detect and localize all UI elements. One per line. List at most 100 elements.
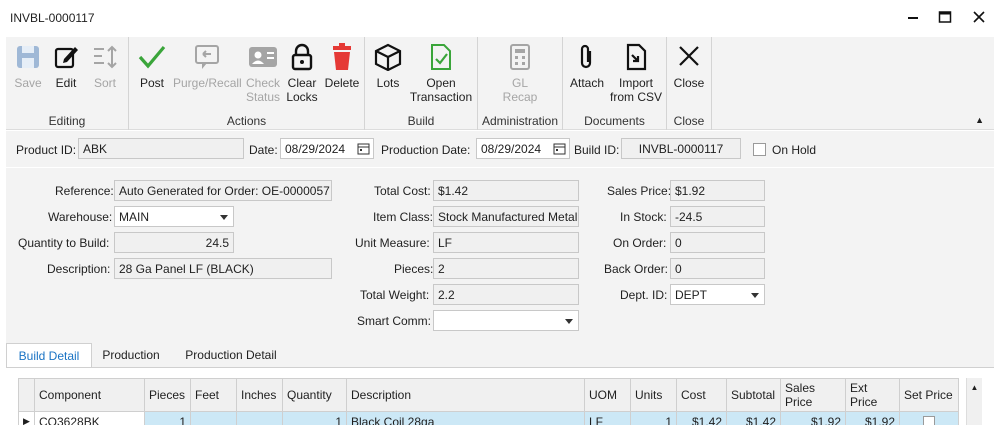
scroll-up-icon[interactable]: ▲: [967, 378, 982, 392]
clear-locks-button[interactable]: Clear Locks: [285, 43, 319, 104]
cell-cost[interactable]: $1.42: [676, 411, 727, 425]
row-indicator-icon[interactable]: ▶: [18, 411, 35, 425]
qty-field[interactable]: 24.5: [114, 232, 234, 253]
tab-production-detail[interactable]: Production Detail: [176, 343, 286, 367]
column-header[interactable]: Description: [346, 378, 585, 412]
total-cost-field[interactable]: $1.42: [433, 180, 579, 201]
back-order-field[interactable]: 0: [670, 258, 765, 279]
cell-set-price[interactable]: [899, 411, 959, 425]
lock-icon: [291, 43, 313, 71]
cell-quantity[interactable]: 1: [282, 411, 347, 425]
pieces-field[interactable]: 2: [433, 258, 579, 279]
calendar-icon[interactable]: [357, 142, 370, 155]
set-price-checkbox[interactable]: [923, 416, 935, 425]
check-status-button[interactable]: Check Status: [245, 43, 281, 104]
column-header[interactable]: Component: [34, 378, 145, 412]
collapse-ribbon-icon[interactable]: ▲: [975, 115, 984, 125]
gl-recap-button[interactable]: GL Recap: [502, 43, 538, 104]
cell-subtotal[interactable]: $1.42: [726, 411, 781, 425]
sort-button[interactable]: Sort: [89, 43, 121, 90]
cell-pieces[interactable]: 1: [144, 411, 191, 425]
in-stock-value: -24.5: [675, 210, 703, 224]
tab-build-detail[interactable]: Build Detail: [6, 343, 92, 367]
post-button[interactable]: Post: [135, 43, 169, 90]
delete-label: Delete: [324, 76, 360, 90]
date-field[interactable]: 08/29/2024: [280, 138, 374, 159]
group-label-actions: Actions: [226, 114, 267, 128]
build-id-field[interactable]: INVBL-0000117: [621, 138, 741, 159]
purge-recall-label: Purge/Recall: [173, 76, 242, 90]
column-header[interactable]: Feet: [190, 378, 237, 412]
column-header[interactable]: Sales Price: [780, 378, 846, 412]
sales-price-field[interactable]: $1.92: [670, 180, 765, 201]
pieces-value: 2: [438, 262, 445, 276]
dept-id-select[interactable]: DEPT: [670, 284, 765, 305]
table-row[interactable]: ▶ CO3628BK 1 1 Black Coil 28ga LF 1 $1.4…: [18, 411, 959, 425]
column-header[interactable]: Cost: [676, 378, 727, 412]
purge-recall-icon: [195, 45, 219, 69]
maximize-icon[interactable]: [937, 9, 953, 25]
close-icon: [679, 46, 699, 66]
product-id-field[interactable]: ABK: [78, 138, 244, 159]
chevron-down-icon: [751, 293, 759, 298]
column-header[interactable]: Pieces: [144, 378, 191, 412]
cell-description[interactable]: Black Coil 28ga: [346, 411, 585, 425]
production-date-field[interactable]: 08/29/2024: [476, 138, 570, 159]
sales-price-value: $1.92: [675, 184, 706, 198]
reference-field[interactable]: Auto Generated for Order: OE-0000057: [114, 180, 332, 201]
column-header[interactable]: Set Price: [899, 378, 959, 412]
sort-icon: [94, 45, 117, 69]
cell-inches[interactable]: [236, 411, 283, 425]
cell-units[interactable]: 1: [630, 411, 677, 425]
minimize-icon[interactable]: [905, 9, 921, 25]
cell-uom[interactable]: LF: [584, 411, 631, 425]
lots-button[interactable]: Lots: [371, 43, 405, 90]
unit-measure-field[interactable]: LF: [433, 232, 579, 253]
unit-measure-value: LF: [438, 236, 453, 250]
import-csv-button[interactable]: Import from CSV: [609, 43, 663, 104]
warehouse-select[interactable]: MAIN: [114, 206, 234, 227]
edit-label: Edit: [55, 76, 77, 90]
total-weight-field[interactable]: 2.2: [433, 284, 579, 305]
column-header[interactable]: Quantity: [282, 378, 347, 412]
calendar-icon[interactable]: [553, 142, 566, 155]
column-header[interactable]: Units: [630, 378, 677, 412]
cell-component[interactable]: CO3628BK: [34, 411, 145, 425]
import-csv-label-1: Import: [618, 76, 653, 90]
close-window-icon[interactable]: [971, 9, 987, 25]
on-order-label: On Order:: [613, 236, 667, 250]
edit-button[interactable]: Edit: [50, 43, 82, 90]
group-administration: GL Recap Administration: [478, 37, 563, 130]
clear-locks-label-2: Locks: [286, 90, 318, 104]
item-class-label: Item Class:: [373, 210, 434, 224]
save-icon: [17, 46, 39, 68]
purge-recall-button[interactable]: Purge/Recall: [173, 43, 242, 90]
on-order-field[interactable]: 0: [670, 232, 765, 253]
open-transaction-label-2: Transaction: [409, 90, 473, 104]
attach-button[interactable]: Attach: [567, 43, 607, 90]
cell-sales-price[interactable]: $1.92: [780, 411, 846, 425]
on-hold-checkbox[interactable]: [753, 143, 766, 156]
delete-button[interactable]: Delete: [323, 43, 361, 90]
sort-label: Sort: [93, 76, 116, 90]
column-header[interactable]: UOM: [584, 378, 631, 412]
open-transaction-label-1: Open: [426, 76, 456, 90]
item-class-field[interactable]: Stock Manufactured Metal: [433, 206, 579, 227]
close-button[interactable]: Close: [671, 43, 707, 90]
cell-feet[interactable]: [190, 411, 237, 425]
in-stock-field[interactable]: -24.5: [670, 206, 765, 227]
tab-production[interactable]: Production: [96, 343, 166, 367]
smart-comm-select[interactable]: [433, 310, 579, 331]
cell-ext-price[interactable]: $1.92: [845, 411, 900, 425]
pieces-label: Pieces:: [394, 262, 434, 276]
column-header[interactable]: Subtotal: [726, 378, 781, 412]
trash-icon: [333, 43, 351, 70]
description-field[interactable]: 28 Ga Panel LF (BLACK): [114, 258, 332, 279]
import-csv-icon: [626, 43, 647, 71]
open-transaction-button[interactable]: Open Transaction: [408, 43, 474, 104]
save-button[interactable]: Save: [12, 43, 44, 90]
total-weight-label: Total Weight:: [360, 288, 430, 302]
vertical-scrollbar[interactable]: ▲: [966, 378, 982, 425]
column-header[interactable]: Ext Price: [845, 378, 900, 412]
column-header[interactable]: Inches: [236, 378, 283, 412]
